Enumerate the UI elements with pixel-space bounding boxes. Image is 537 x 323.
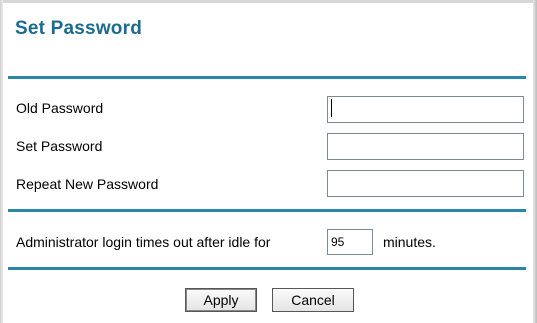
repeat-password-field[interactable] [327,170,524,197]
panel-top-edge [0,0,537,3]
cancel-button[interactable]: Cancel [272,288,354,312]
old-password-field[interactable] [327,96,524,123]
timeout-label: Administrator login times out after idle… [16,234,271,250]
repeat-password-label: Repeat New Password [16,176,159,192]
divider-middle [8,209,526,212]
timeout-minutes-field[interactable] [327,229,373,255]
text-caret [331,99,332,117]
panel-right-edge [533,0,537,323]
divider-bottom [8,267,526,270]
divider-top [8,76,526,79]
set-password-panel: Set Password Old Password Set Password R… [0,0,537,323]
set-password-field[interactable] [327,133,524,160]
apply-button[interactable]: Apply [185,288,257,312]
page-title: Set Password [15,18,143,39]
set-password-label: Set Password [16,138,103,154]
panel-left-edge [0,0,3,323]
old-password-label: Old Password [16,100,104,116]
timeout-unit-label: minutes. [383,234,436,250]
